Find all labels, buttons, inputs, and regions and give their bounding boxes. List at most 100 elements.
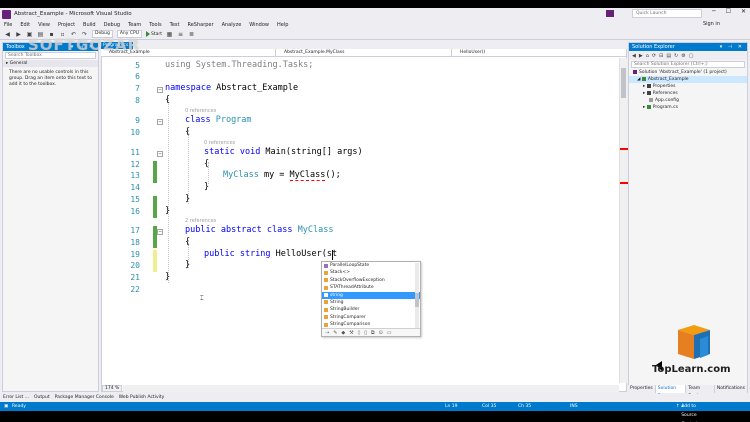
forward-icon[interactable]: ▶ xyxy=(15,31,22,38)
code-line-20: } xyxy=(185,260,191,270)
tab-package-manager-console[interactable]: Package Manager Console xyxy=(55,394,114,402)
preview-icon[interactable]: ▢ xyxy=(689,53,694,59)
fold-toggle-icon[interactable]: − xyxy=(157,229,163,235)
scroll-thumb[interactable] xyxy=(415,293,419,307)
code-editor[interactable] xyxy=(101,42,627,392)
menu-file[interactable]: File xyxy=(4,22,12,28)
comment-icon[interactable]: ≡ xyxy=(177,31,184,38)
completion-item[interactable]: ParallelLoopState xyxy=(322,262,420,269)
completion-item[interactable]: Stack<> xyxy=(322,269,420,276)
filter-method-icon[interactable]: ◆ xyxy=(341,330,345,336)
completion-item[interactable]: String xyxy=(322,299,420,306)
completion-item-selected[interactable]: string xyxy=(322,291,420,299)
scroll-thumb[interactable] xyxy=(621,68,626,98)
close-icon[interactable]: ✕ xyxy=(741,8,746,15)
code-line-12: { xyxy=(204,159,210,169)
filter-interface-icon[interactable]: ⊙ xyxy=(379,330,383,336)
zoom-select[interactable]: 174 % xyxy=(102,385,122,392)
horizontal-scrollbar[interactable] xyxy=(123,385,619,392)
tab-output[interactable]: Output xyxy=(34,394,50,402)
tree-label: Solution 'Abstract_Example' (1 project) xyxy=(639,70,727,75)
filter-class-icon[interactable]: ✎ xyxy=(333,330,337,336)
completion-item[interactable]: StringBuilder xyxy=(322,306,420,313)
refresh-icon[interactable]: ↻ xyxy=(674,53,678,59)
home-icon[interactable]: ⌂ xyxy=(646,53,649,59)
show-all-icon[interactable]: ▤ xyxy=(666,53,671,59)
menu-edit[interactable]: Edit xyxy=(20,22,30,28)
tab-properties[interactable]: Properties xyxy=(628,385,656,393)
keyword: namespace xyxy=(165,83,212,93)
codelens-references[interactable]: 0 references xyxy=(204,140,235,146)
back-icon[interactable]: ◀ xyxy=(632,53,636,59)
menu-team[interactable]: Team xyxy=(128,22,141,28)
tab-solution-explorer[interactable]: Solution Ex... xyxy=(655,385,687,399)
tab-error-list[interactable]: Error List ... xyxy=(3,394,29,402)
sync-icon[interactable]: ⟳ xyxy=(652,53,656,59)
completion-item[interactable]: StackOverflowException xyxy=(322,277,420,284)
toolbox-empty-message: There are no usable controls in this gro… xyxy=(9,70,92,87)
tab-notifications[interactable]: Notifications xyxy=(714,385,748,393)
fold-toggle-icon[interactable]: − xyxy=(157,151,163,157)
sign-in-link[interactable]: Sign in xyxy=(703,21,720,27)
forward-icon[interactable]: ▶ xyxy=(639,53,643,59)
uncomment-icon[interactable]: ≣ xyxy=(188,31,195,38)
notification-flag-icon[interactable] xyxy=(606,10,614,17)
filter-namespace-icon[interactable]: ⇢ xyxy=(325,330,329,336)
filter-property-icon[interactable]: ⚒ xyxy=(349,330,353,336)
menu-debug[interactable]: Debug xyxy=(104,22,120,28)
code-line-21: } xyxy=(165,272,171,282)
error-marker[interactable] xyxy=(620,148,628,150)
menu-analyze[interactable]: Analyze xyxy=(222,22,242,28)
maximize-icon[interactable]: ☐ xyxy=(726,8,731,15)
menu-help[interactable]: Help xyxy=(277,22,288,28)
start-button[interactable]: Start xyxy=(146,31,162,37)
quick-launch-input[interactable]: Quick Launch xyxy=(632,9,702,18)
filter-snippet-icon[interactable]: ⧉ xyxy=(371,330,375,336)
codelens-references[interactable]: 2 references xyxy=(185,218,216,224)
tab-team-explorer[interactable]: Team Expl... xyxy=(686,385,715,399)
minimize-icon[interactable]: ─ xyxy=(712,8,716,15)
tree-item-solution[interactable]: Solution 'Abstract_Example' (1 project) xyxy=(629,69,747,76)
back-icon[interactable]: ◀ xyxy=(4,31,11,38)
nav-class-select[interactable]: Abstract_Example.MyClass xyxy=(276,49,452,56)
toolbar-misc-icon[interactable]: ▦ xyxy=(166,31,173,38)
tree-item-references[interactable]: ▸ References xyxy=(629,90,747,97)
toolbox-group-general[interactable]: ▸ General xyxy=(3,60,98,67)
filter-field-icon[interactable]: ◊ xyxy=(358,330,360,336)
source-control-button[interactable]: ↑ Add to Source Control ▴ xyxy=(676,402,697,418)
fold-toggle-icon[interactable]: − xyxy=(157,87,163,93)
codelens-references[interactable]: 0 references xyxy=(185,108,216,114)
tree-item-app-config[interactable]: App.config xyxy=(629,97,747,104)
collapse-icon[interactable]: ⊟ xyxy=(659,53,663,59)
intellisense-scrollbar[interactable] xyxy=(415,263,419,328)
completion-item[interactable]: STAThreadAttribute xyxy=(322,284,420,291)
filter-structure-icon[interactable]: ▭ xyxy=(387,330,392,336)
menu-test[interactable]: Test xyxy=(170,22,180,28)
tree-item-program-cs[interactable]: ▸ Program.cs xyxy=(629,104,747,111)
bottom-tool-tabs: Error List ... Output Package Manager Co… xyxy=(0,394,750,402)
solution-icon xyxy=(633,69,637,74)
filter-keyword-icon[interactable]: ▯ xyxy=(364,330,367,336)
error-marker[interactable] xyxy=(620,182,628,184)
menu-project[interactable]: Project xyxy=(58,22,75,28)
nav-member-select[interactable]: HelloUser() xyxy=(452,49,627,56)
menu-window[interactable]: Window xyxy=(249,22,269,28)
menu-view[interactable]: View xyxy=(38,22,50,28)
vertical-scrollbar[interactable] xyxy=(619,58,628,383)
menu-bar: File Edit View Project Build Debug Team … xyxy=(0,20,750,29)
keyword: void xyxy=(234,147,261,157)
start-label: Start xyxy=(151,31,162,37)
properties-icon[interactable]: ⚙ xyxy=(681,53,685,59)
tab-web-publish-activity[interactable]: Web Publish Activity xyxy=(119,394,165,402)
line-number: 18 xyxy=(130,238,140,247)
tree-item-project[interactable]: ◢ Abstract_Example xyxy=(629,76,747,83)
menu-tools[interactable]: Tools xyxy=(149,22,161,28)
tree-item-properties[interactable]: ▸ Properties xyxy=(629,83,747,90)
menu-build[interactable]: Build xyxy=(83,22,96,28)
menu-resharper[interactable]: ReSharper xyxy=(187,22,213,28)
completion-item[interactable]: StringComparer xyxy=(322,314,420,321)
change-marker xyxy=(153,196,157,218)
solution-explorer-controls[interactable]: ▾ ⊣ ✕ xyxy=(720,43,744,51)
fold-toggle-icon[interactable]: − xyxy=(157,119,163,125)
solution-search-input[interactable]: Search Solution Explorer (Ctrl+;) xyxy=(631,61,745,68)
